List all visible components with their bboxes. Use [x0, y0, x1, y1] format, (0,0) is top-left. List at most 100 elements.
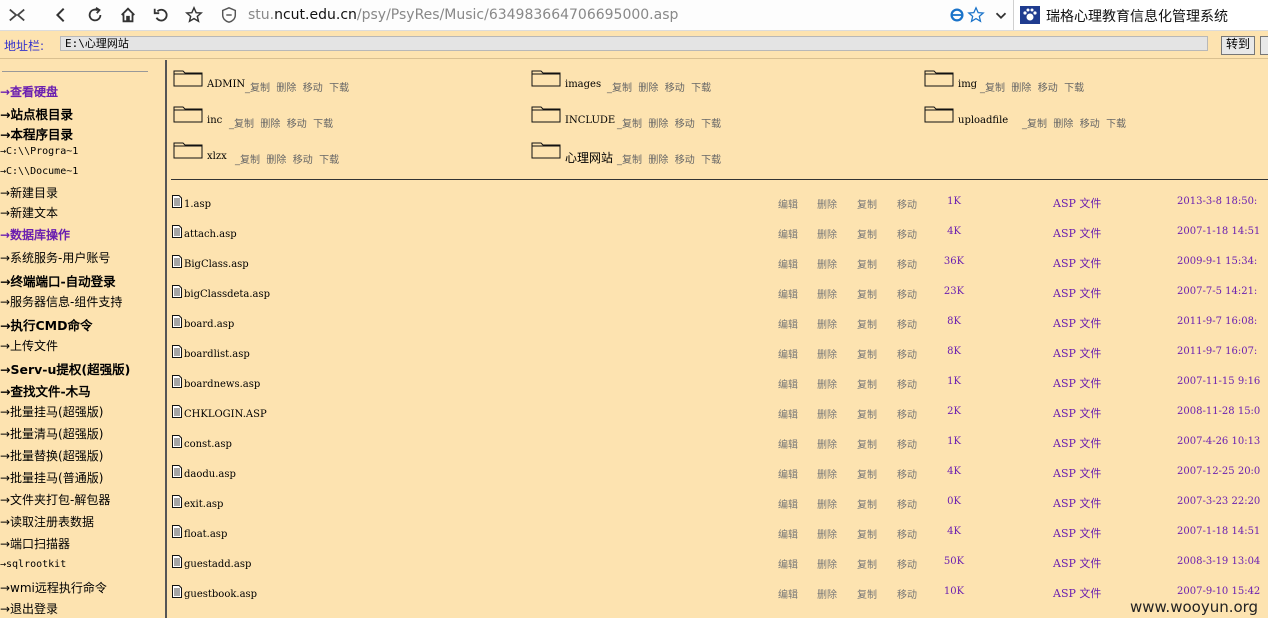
sidebar-item-batch-hang-normal[interactable]: →批量挂马(普通版) — [0, 469, 103, 486]
folder-actions[interactable]: _复制 删除 移动 下载 — [1022, 115, 1126, 130]
folder-actions[interactable]: _复制 删除 移动 下载 — [245, 79, 349, 94]
folder-actions[interactable]: _复制 删除 移动 下载 — [229, 115, 333, 130]
file-copy-link[interactable]: 复制 — [857, 526, 877, 541]
folder-actions[interactable]: _复制 删除 移动 下载 — [617, 115, 721, 130]
file-row[interactable]: guestbook.asp 编辑 删除 复制 移动 10K ASP 文件 2007-9-10 … — [168, 585, 1268, 607]
file-move-link[interactable]: 移动 — [897, 346, 917, 361]
sidebar-item-database[interactable]: →数据库操作 — [0, 226, 70, 243]
file-name[interactable]: const.asp — [184, 439, 232, 450]
file-row[interactable]: boardnews.asp 编辑 删除 复制 移动 1K ASP 文件 2007-11-15 … — [168, 375, 1268, 397]
sidebar-item-sqlrootkit[interactable]: →sqlrootkit — [0, 559, 66, 570]
file-delete-link[interactable]: 删除 — [817, 586, 837, 601]
sidebar-item-services[interactable]: →系统服务-用户账号 — [0, 249, 110, 266]
file-copy-link[interactable]: 复制 — [857, 496, 877, 511]
file-delete-link[interactable]: 删除 — [817, 226, 837, 241]
folder-name[interactable]: uploadfile — [958, 115, 1008, 126]
file-move-link[interactable]: 移动 — [897, 316, 917, 331]
sidebar-item-server-info[interactable]: →服务器信息-组件支持 — [0, 293, 122, 310]
file-delete-link[interactable]: 删除 — [817, 346, 837, 361]
file-move-link[interactable]: 移动 — [897, 586, 917, 601]
file-copy-link[interactable]: 复制 — [857, 286, 877, 301]
extra-button[interactable] — [1260, 36, 1268, 55]
file-copy-link[interactable]: 复制 — [857, 406, 877, 421]
file-row[interactable]: float.asp 编辑 删除 复制 移动 4K ASP 文件 2007-1-18 14:51 — [168, 525, 1268, 547]
file-copy-link[interactable]: 复制 — [857, 346, 877, 361]
file-delete-link[interactable]: 删除 — [817, 526, 837, 541]
file-move-link[interactable]: 移动 — [897, 286, 917, 301]
file-edit-link[interactable]: 编辑 — [778, 526, 798, 541]
sidebar-item-batch-clean[interactable]: →批量清马(超强版) — [0, 425, 103, 442]
undo-icon[interactable] — [148, 3, 174, 27]
file-row[interactable]: bigClassdeta.asp 编辑 删除 复制 移动 23K ASP 文件 2007-7-… — [168, 285, 1268, 307]
file-name[interactable]: boardnews.asp — [184, 379, 260, 390]
sidebar-item-upload[interactable]: →上传文件 — [0, 337, 58, 354]
file-edit-link[interactable]: 编辑 — [778, 286, 798, 301]
sidebar-item-logout[interactable]: →退出登录 — [0, 600, 58, 617]
file-copy-link[interactable]: 复制 — [857, 436, 877, 451]
file-name[interactable]: guestbook.asp — [184, 589, 257, 600]
sidebar-item-port-scan[interactable]: →端口扫描器 — [0, 535, 70, 552]
sidebar-item-find-files[interactable]: →查找文件-木马 — [0, 381, 91, 400]
file-move-link[interactable]: 移动 — [897, 196, 917, 211]
reload-icon[interactable] — [82, 3, 108, 27]
file-name[interactable]: exit.asp — [184, 499, 223, 510]
sidebar-item-view-disks[interactable]: →查看硬盘 — [0, 83, 58, 100]
file-edit-link[interactable]: 编辑 — [778, 406, 798, 421]
url-bar[interactable]: stu.ncut.edu.cn/psy/PsyRes/Music/6349836… — [212, 3, 1012, 27]
file-name[interactable]: CHKLOGIN.ASP — [184, 409, 267, 420]
file-copy-link[interactable]: 复制 — [857, 376, 877, 391]
sidebar-item-cmd[interactable]: →执行CMD命令 — [0, 315, 92, 334]
file-edit-link[interactable]: 编辑 — [778, 466, 798, 481]
sidebar-item-servu[interactable]: →Serv-u提权(超强版) — [0, 359, 130, 378]
file-delete-link[interactable]: 删除 — [817, 286, 837, 301]
sidebar-item-site-root[interactable]: →站点根目录 — [0, 104, 73, 123]
file-row[interactable]: guestadd.asp 编辑 删除 复制 移动 50K ASP 文件 2008-3-19 1… — [168, 555, 1268, 577]
file-move-link[interactable]: 移动 — [897, 466, 917, 481]
sidebar-item-batch-hang[interactable]: →批量挂马(超强版) — [0, 403, 103, 420]
file-delete-link[interactable]: 删除 — [817, 466, 837, 481]
file-edit-link[interactable]: 编辑 — [778, 256, 798, 271]
home-icon[interactable] — [115, 3, 141, 27]
sidebar-item-program-files[interactable]: →C:\\Progra~1 — [0, 146, 78, 157]
file-move-link[interactable]: 移动 — [897, 436, 917, 451]
folder-name[interactable]: img — [958, 79, 977, 90]
file-name[interactable]: guestadd.asp — [184, 559, 251, 570]
file-edit-link[interactable]: 编辑 — [778, 556, 798, 571]
file-delete-link[interactable]: 删除 — [817, 256, 837, 271]
file-row[interactable]: const.asp 编辑 删除 复制 移动 1K ASP 文件 2007-4-26 10:13 — [168, 435, 1268, 457]
file-move-link[interactable]: 移动 — [897, 496, 917, 511]
file-name[interactable]: daodu.asp — [184, 469, 236, 480]
file-copy-link[interactable]: 复制 — [857, 196, 877, 211]
sidebar-item-wmi[interactable]: →wmi远程执行命令 — [0, 579, 107, 596]
sidebar-item-registry[interactable]: →读取注册表数据 — [0, 513, 94, 530]
file-move-link[interactable]: 移动 — [897, 406, 917, 421]
file-edit-link[interactable]: 编辑 — [778, 196, 798, 211]
file-move-link[interactable]: 移动 — [897, 556, 917, 571]
file-delete-link[interactable]: 删除 — [817, 556, 837, 571]
file-edit-link[interactable]: 编辑 — [778, 346, 798, 361]
file-row[interactable]: exit.asp 编辑 删除 复制 移动 0K ASP 文件 2007-3-23 22:20 — [168, 495, 1268, 517]
file-delete-link[interactable]: 删除 — [817, 196, 837, 211]
chevron-down-icon[interactable] — [988, 3, 1014, 27]
bookmark-star-icon[interactable] — [963, 3, 989, 27]
file-edit-link[interactable]: 编辑 — [778, 376, 798, 391]
folder-actions[interactable]: _复制 删除 移动 下载 — [980, 79, 1084, 94]
file-name[interactable]: float.asp — [184, 529, 227, 540]
file-move-link[interactable]: 移动 — [897, 376, 917, 391]
file-delete-link[interactable]: 删除 — [817, 436, 837, 451]
file-copy-link[interactable]: 复制 — [857, 316, 877, 331]
go-button[interactable]: 转到 — [1221, 36, 1255, 55]
file-copy-link[interactable]: 复制 — [857, 586, 877, 601]
sidebar-item-program-dir[interactable]: →本程序目录 — [0, 124, 73, 143]
file-copy-link[interactable]: 复制 — [857, 226, 877, 241]
file-row[interactable]: 1.asp 编辑 删除 复制 移动 1K ASP 文件 2013-3-8 18:50: — [168, 195, 1268, 217]
folder-name[interactable]: ADMIN — [207, 79, 245, 90]
file-move-link[interactable]: 移动 — [897, 256, 917, 271]
file-move-link[interactable]: 移动 — [897, 526, 917, 541]
folder-name[interactable]: images — [565, 79, 601, 90]
file-name[interactable]: boardlist.asp — [184, 349, 250, 360]
sidebar-item-batch-replace[interactable]: →批量替换(超强版) — [0, 447, 103, 464]
folder-actions[interactable]: _复制 删除 移动 下载 — [607, 79, 711, 94]
file-delete-link[interactable]: 删除 — [817, 496, 837, 511]
file-row[interactable]: attach.asp 编辑 删除 复制 移动 4K ASP 文件 2007-1-18 14:5… — [168, 225, 1268, 247]
